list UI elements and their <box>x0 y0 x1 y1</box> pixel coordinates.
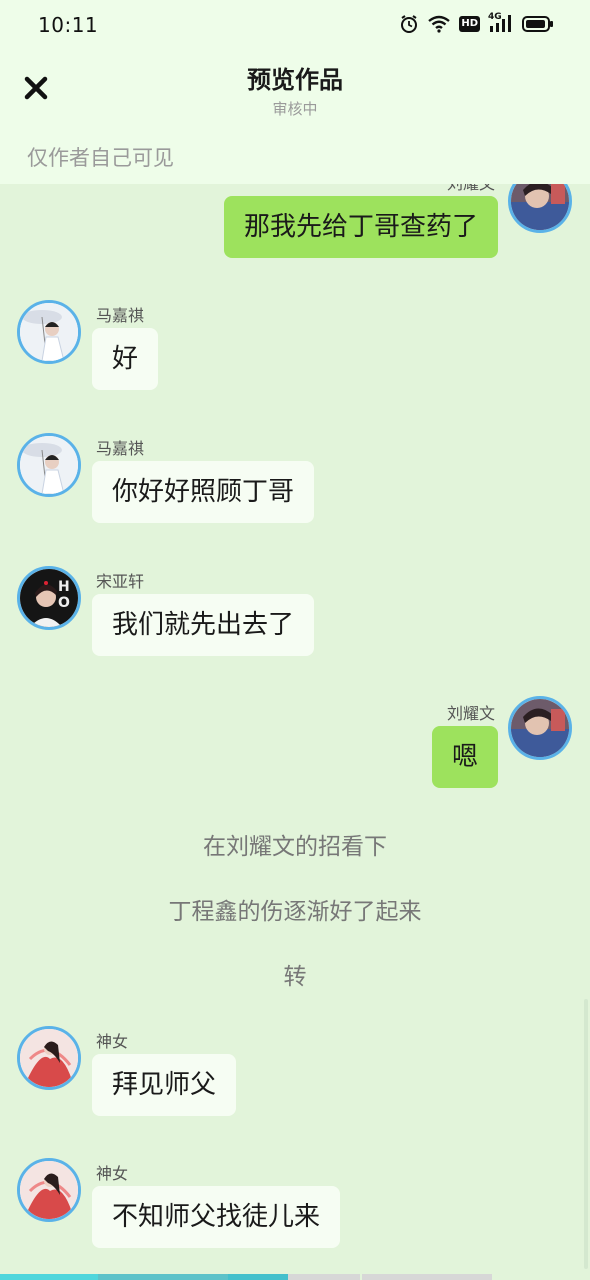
status-time: 10:11 <box>38 13 99 37</box>
message-bubble[interactable]: 你好好照顾丁哥 <box>92 461 315 523</box>
avatar[interactable]: H O <box>17 566 81 630</box>
chat-message: 神女 拜见师父 <box>0 1024 590 1124</box>
message-bubble[interactable]: 好 <box>92 328 159 390</box>
avatar[interactable] <box>17 1026 81 1090</box>
avatar[interactable] <box>17 433 81 497</box>
sender-name: 刘耀文 <box>446 704 495 723</box>
4g-signal-icon: 4G <box>488 12 514 34</box>
chat-message: 刘耀文 嗯 <box>0 696 590 796</box>
avatar[interactable] <box>17 300 81 364</box>
wifi-icon <box>427 15 451 33</box>
battery-icon <box>522 15 554 33</box>
sender-name: 马嘉祺 <box>96 306 145 325</box>
chat-message: 马嘉祺 好 <box>0 298 590 398</box>
message-bubble[interactable]: 拜见师父 <box>92 1054 237 1116</box>
sender-name: 宋亚轩 <box>96 572 145 591</box>
bottom-progress-strip <box>0 1274 590 1280</box>
svg-text:O: O <box>58 595 70 611</box>
chat-message: 马嘉祺 你好好照顾丁哥 <box>0 431 590 531</box>
status-icons: HD 4G <box>399 12 554 34</box>
message-bubble[interactable]: 我们就先出去了 <box>92 594 315 656</box>
message-bubble[interactable]: 嗯 <box>431 726 498 788</box>
alarm-icon <box>399 14 419 34</box>
header: 10:11 HD 4G 预览作品 审核中 仅作者自己可见 <box>0 0 590 184</box>
sender-name: 刘耀文 <box>447 184 495 194</box>
page-subtitle: 审核中 <box>272 100 318 118</box>
narration-text: 转 <box>283 964 307 990</box>
sender-name: 马嘉祺 <box>96 439 145 458</box>
page-title: 预览作品 <box>247 66 343 94</box>
avatar[interactable] <box>508 696 572 760</box>
chat-message: H O 宋亚轩 我们就先出去了 <box>0 564 590 664</box>
visibility-note: 仅作者自己可见 <box>27 146 174 170</box>
avatar[interactable] <box>17 1158 81 1222</box>
narration-text: 丁程鑫的伤逐渐好了起来 <box>168 899 422 925</box>
svg-text:H: H <box>58 579 70 595</box>
hd-icon: HD <box>459 16 480 32</box>
message-bubble[interactable]: 那我先给丁哥查药了 <box>223 196 498 258</box>
avatar[interactable] <box>508 184 572 233</box>
narration-text: 在刘耀文的招看下 <box>203 834 387 860</box>
chat-area[interactable]: 刘耀文 那我先给丁哥查药了 马嘉祺 好 <box>0 184 590 1280</box>
chat-message: 刘耀文 那我先给丁哥查药了 <box>0 184 590 274</box>
chat-message: 神女 不知师父找徒儿来 <box>0 1156 590 1256</box>
scrollbar[interactable] <box>584 999 588 1269</box>
sender-name: 神女 <box>96 1164 129 1183</box>
sender-name: 神女 <box>96 1032 129 1051</box>
message-bubble[interactable]: 不知师父找徒儿来 <box>92 1186 341 1248</box>
